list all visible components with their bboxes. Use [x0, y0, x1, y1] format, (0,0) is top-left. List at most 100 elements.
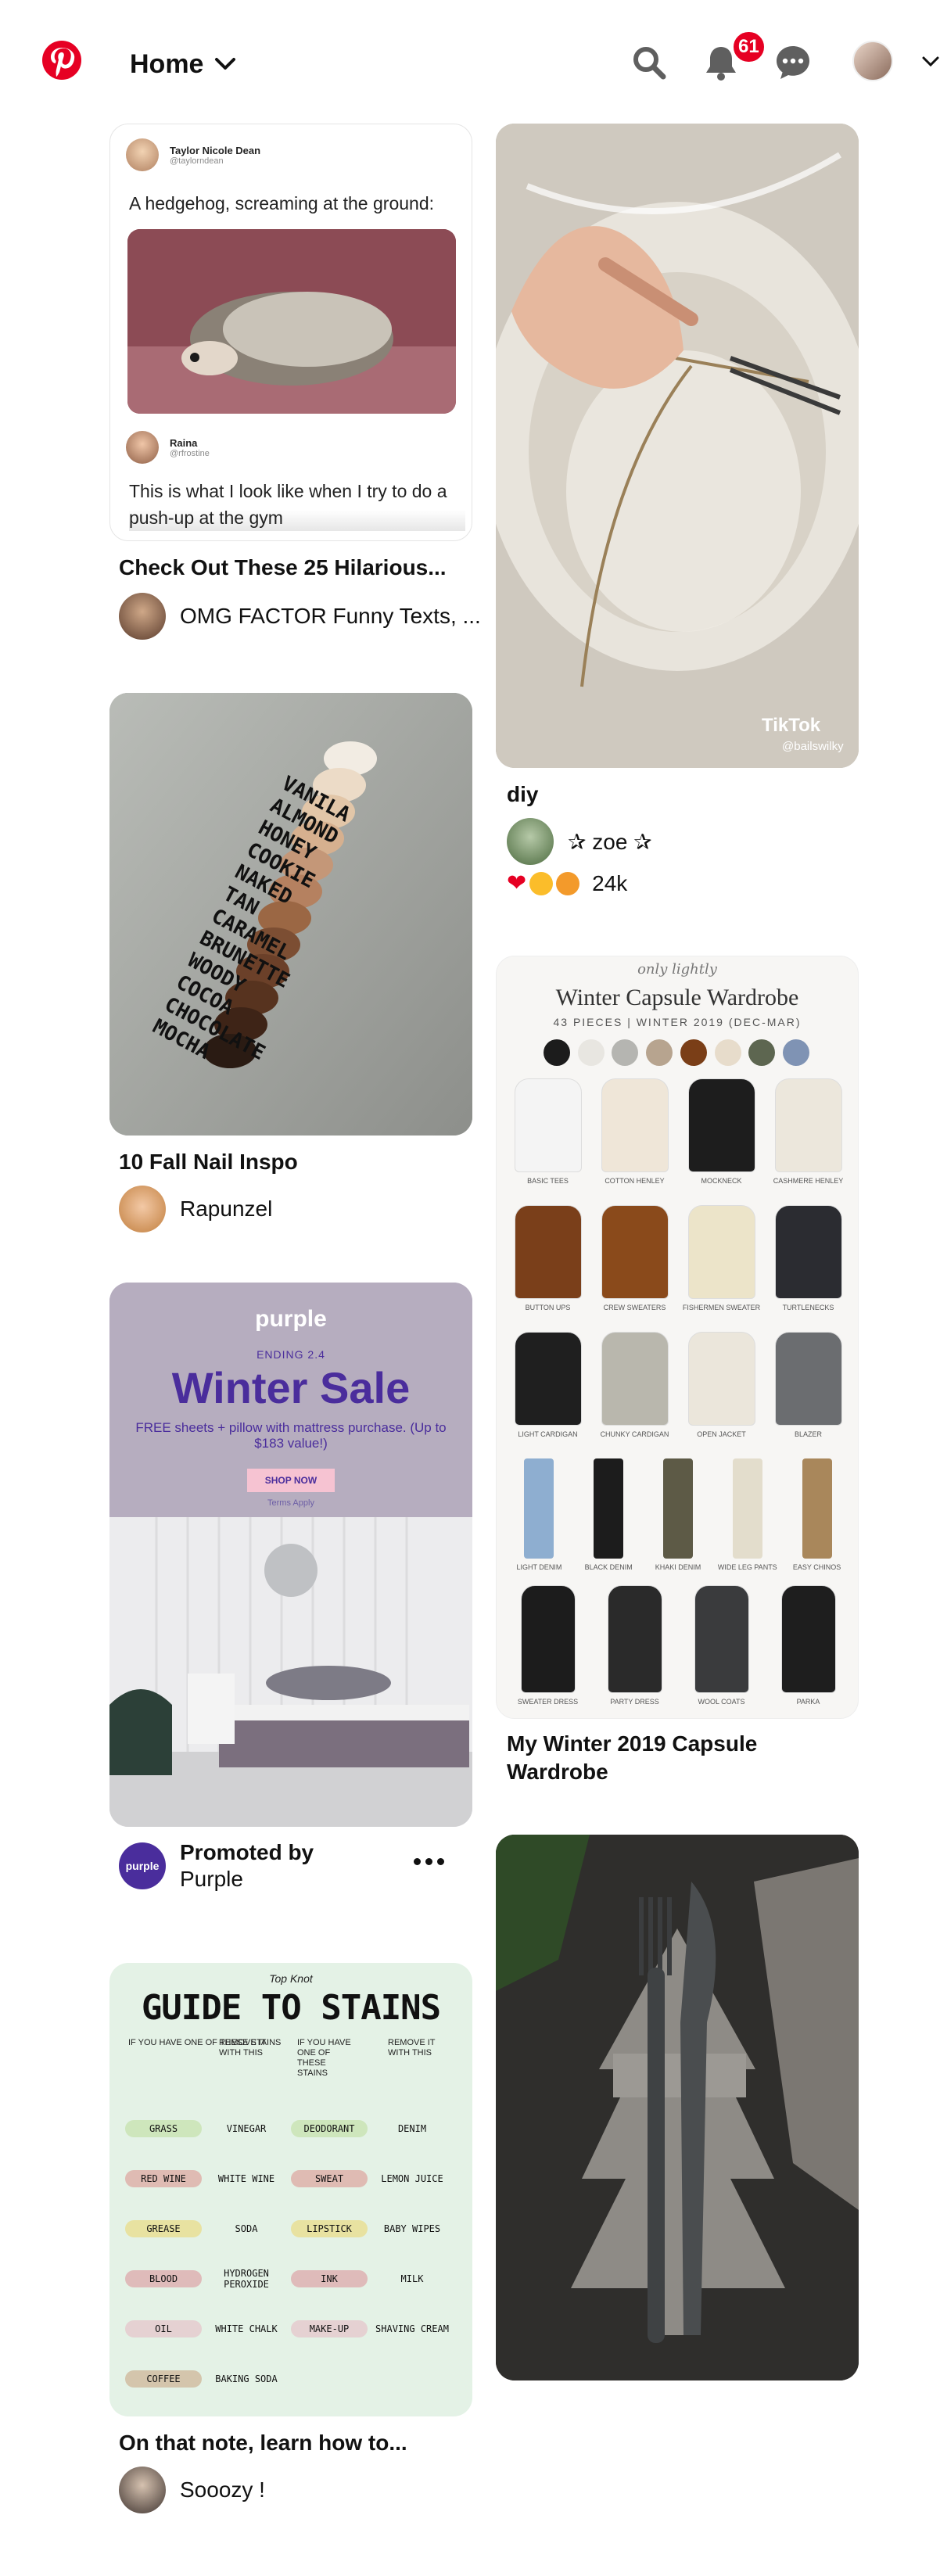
clothing-item: BASIC TEES — [508, 1078, 589, 1205]
pin-image-diy[interactable]: TikTok @bailswilky — [496, 124, 859, 768]
clothing-row: BASIC TEES COTTON HENLEY MOCKNECK CASHMERE … — [504, 1078, 852, 1205]
clothing-label: CREW SWEATERS — [603, 1304, 666, 1311]
more-options-button[interactable] — [407, 1839, 450, 1883]
garment-image — [780, 1585, 836, 1693]
stain-remedy: SODA — [235, 2223, 258, 2234]
clothing-label: BUTTON UPS — [525, 1304, 571, 1311]
clothing-label: COTTON HENLEY — [605, 1177, 665, 1185]
stain-name: SWEAT — [291, 2170, 368, 2187]
clothing-label: PARTY DRESS — [610, 1698, 659, 1706]
stain-name: INK — [291, 2270, 368, 2287]
garment-image — [687, 1332, 755, 1426]
garment-image — [601, 1332, 669, 1426]
color-swatch — [646, 1039, 673, 1066]
pin-author[interactable]: OMG FACTOR Funny Texts, ... — [119, 593, 481, 640]
clothing-item: WOOL COATS — [681, 1585, 762, 1712]
clothing-item: LIGHT DENIM — [506, 1458, 572, 1585]
wow-reaction-icon — [529, 871, 554, 895]
clothing-label: WOOL COATS — [698, 1698, 745, 1706]
pin-image-stain-guide[interactable]: Top Knot GUIDE TO STAINS IF YOU HAVE ONE… — [109, 1963, 472, 2416]
clothing-item: SWEATER DRESS — [508, 1585, 589, 1712]
user-avatar[interactable] — [852, 41, 893, 81]
stain-name: DEODORANT — [291, 2120, 368, 2137]
messages-button[interactable] — [771, 41, 815, 84]
garment-image — [601, 1205, 669, 1299]
clothing-label: PARKA — [796, 1698, 820, 1706]
pin-author[interactable]: Rapunzel — [119, 1186, 272, 1232]
promoted-by-label: Promoted by — [180, 1840, 314, 1864]
garment-image — [514, 1332, 582, 1426]
pin-image-tweet[interactable]: Taylor Nicole Dean @taylorndean A hedgeh… — [109, 124, 472, 541]
shop-now-button[interactable]: SHOP NOW — [247, 1469, 335, 1492]
advertiser-avatar: purple — [119, 1842, 166, 1889]
pin-image-nails[interactable]: VANILA ALMOND HONEY COOKIE NAKED TAN CAR… — [109, 693, 472, 1136]
clothing-label: MOCKNECK — [701, 1177, 742, 1185]
clothing-item: TURTLENECKS — [768, 1205, 849, 1332]
clothing-item: BLAZER — [768, 1332, 849, 1458]
stain-remedy: HYDROGEN PEROXIDE — [224, 2268, 269, 2290]
avatar — [126, 431, 159, 464]
chevron-down-icon — [215, 58, 236, 70]
stain-row: GREASE SODA LIPSTICK BABY WIPES — [125, 2204, 457, 2254]
pin-title[interactable]: My Winter 2019 Capsule Wardrobe — [507, 1730, 820, 1786]
reply-author-name: Raina — [170, 436, 198, 449]
stain-name: RED WINE — [125, 2170, 202, 2187]
garment-image — [774, 1205, 842, 1299]
garment-image — [687, 1078, 755, 1172]
clothing-item: PARTY DRESS — [594, 1585, 676, 1712]
purple-logo: purple — [255, 1306, 327, 1332]
stain-name: MAKE-UP — [291, 2320, 368, 2337]
clothing-label: BLAZER — [794, 1430, 822, 1438]
clothing-item: PARKA — [768, 1585, 849, 1712]
stain-name: LIPSTICK — [291, 2220, 368, 2237]
clothing-item: CHUNKY CARDIGAN — [594, 1332, 676, 1458]
pin-author[interactable]: Sooozy ! — [119, 2467, 265, 2513]
stain-remedy: WHITE WINE — [217, 2173, 275, 2184]
color-swatch — [544, 1039, 570, 1066]
clothing-item: BUTTON UPS — [508, 1205, 589, 1332]
search-button[interactable] — [627, 41, 671, 84]
home-dropdown-button[interactable]: Home — [130, 41, 236, 88]
stain-row: OIL WHITE CHALK MAKE-UP SHAVING CREAM — [125, 2304, 457, 2354]
clothing-label: LIGHT CARDIGAN — [518, 1430, 578, 1438]
pin-title[interactable]: 10 Fall Nail Inspo — [119, 1148, 298, 1176]
stain-remedy: BABY WIPES — [383, 2223, 441, 2234]
stain-heading: GUIDE TO STAINS — [141, 1988, 441, 2028]
garment-image — [732, 1458, 762, 1559]
pin-title[interactable]: On that note, learn how to... — [119, 2429, 463, 2457]
tiktok-handle: @bailswilky — [782, 740, 844, 753]
pin-author-name: OMG FACTOR Funny Texts, ... — [180, 604, 481, 628]
garment-image — [524, 1458, 554, 1559]
stain-name: GREASE — [125, 2220, 202, 2237]
stain-col-head: REMOVE IT WITH THIS — [388, 2038, 436, 2058]
garment-image — [601, 1078, 669, 1172]
tweet-author-handle: @taylorndean — [170, 156, 224, 166]
pin-image-fork-knife[interactable] — [496, 1835, 859, 2380]
ellipsis-icon — [413, 1857, 421, 1865]
tweet-author-name: Taylor Nicole Dean — [170, 144, 261, 156]
pin-image-capsule-wardrobe[interactable]: only lightly Winter Capsule Wardrobe 43 … — [496, 956, 859, 1719]
clothing-label: SWEATER DRESS — [517, 1698, 579, 1706]
clothing-label: FISHERMEN SWEATER — [682, 1304, 761, 1311]
pin-reactions[interactable]: ❤ 24k — [507, 870, 627, 897]
garment-image — [594, 1458, 624, 1559]
garment-image — [694, 1585, 749, 1693]
pin-author-name: ✰ zoe ✰ — [568, 829, 652, 854]
chevron-down-icon[interactable] — [921, 53, 940, 70]
reply-text: This is what I look like when I try to d… — [129, 478, 465, 531]
surprised-reaction-icon — [556, 871, 580, 895]
pin-title[interactable]: diy — [507, 780, 538, 809]
stain-remedy: DENIM — [397, 2123, 427, 2134]
pin-author[interactable]: ✰ zoe ✰ — [507, 818, 652, 865]
pin-author-name: Rapunzel — [180, 1197, 273, 1221]
pin-title[interactable]: Check Out These 25 Hilarious... — [119, 554, 463, 582]
ellipsis-dot — [425, 1857, 432, 1865]
clothing-item: OPEN JACKET — [681, 1332, 762, 1458]
top-nav-bar: Home 61 — [0, 0, 940, 125]
promoted-by-row[interactable]: purple Promoted by Purple — [119, 1839, 314, 1893]
stain-row: BLOOD HYDROGEN PEROXIDE INK MILK — [125, 2254, 457, 2304]
clothing-row: LIGHT DENIM BLACK DENIM KHAKI DENIM WIDE LE… — [504, 1458, 852, 1585]
pin-image-purple-ad[interactable]: purple ENDING 2.4 Winter Sale FREE sheet… — [109, 1283, 472, 1827]
capsule-heading: Winter Capsule Wardrobe — [555, 985, 799, 1010]
pinterest-logo-icon[interactable] — [42, 41, 81, 80]
